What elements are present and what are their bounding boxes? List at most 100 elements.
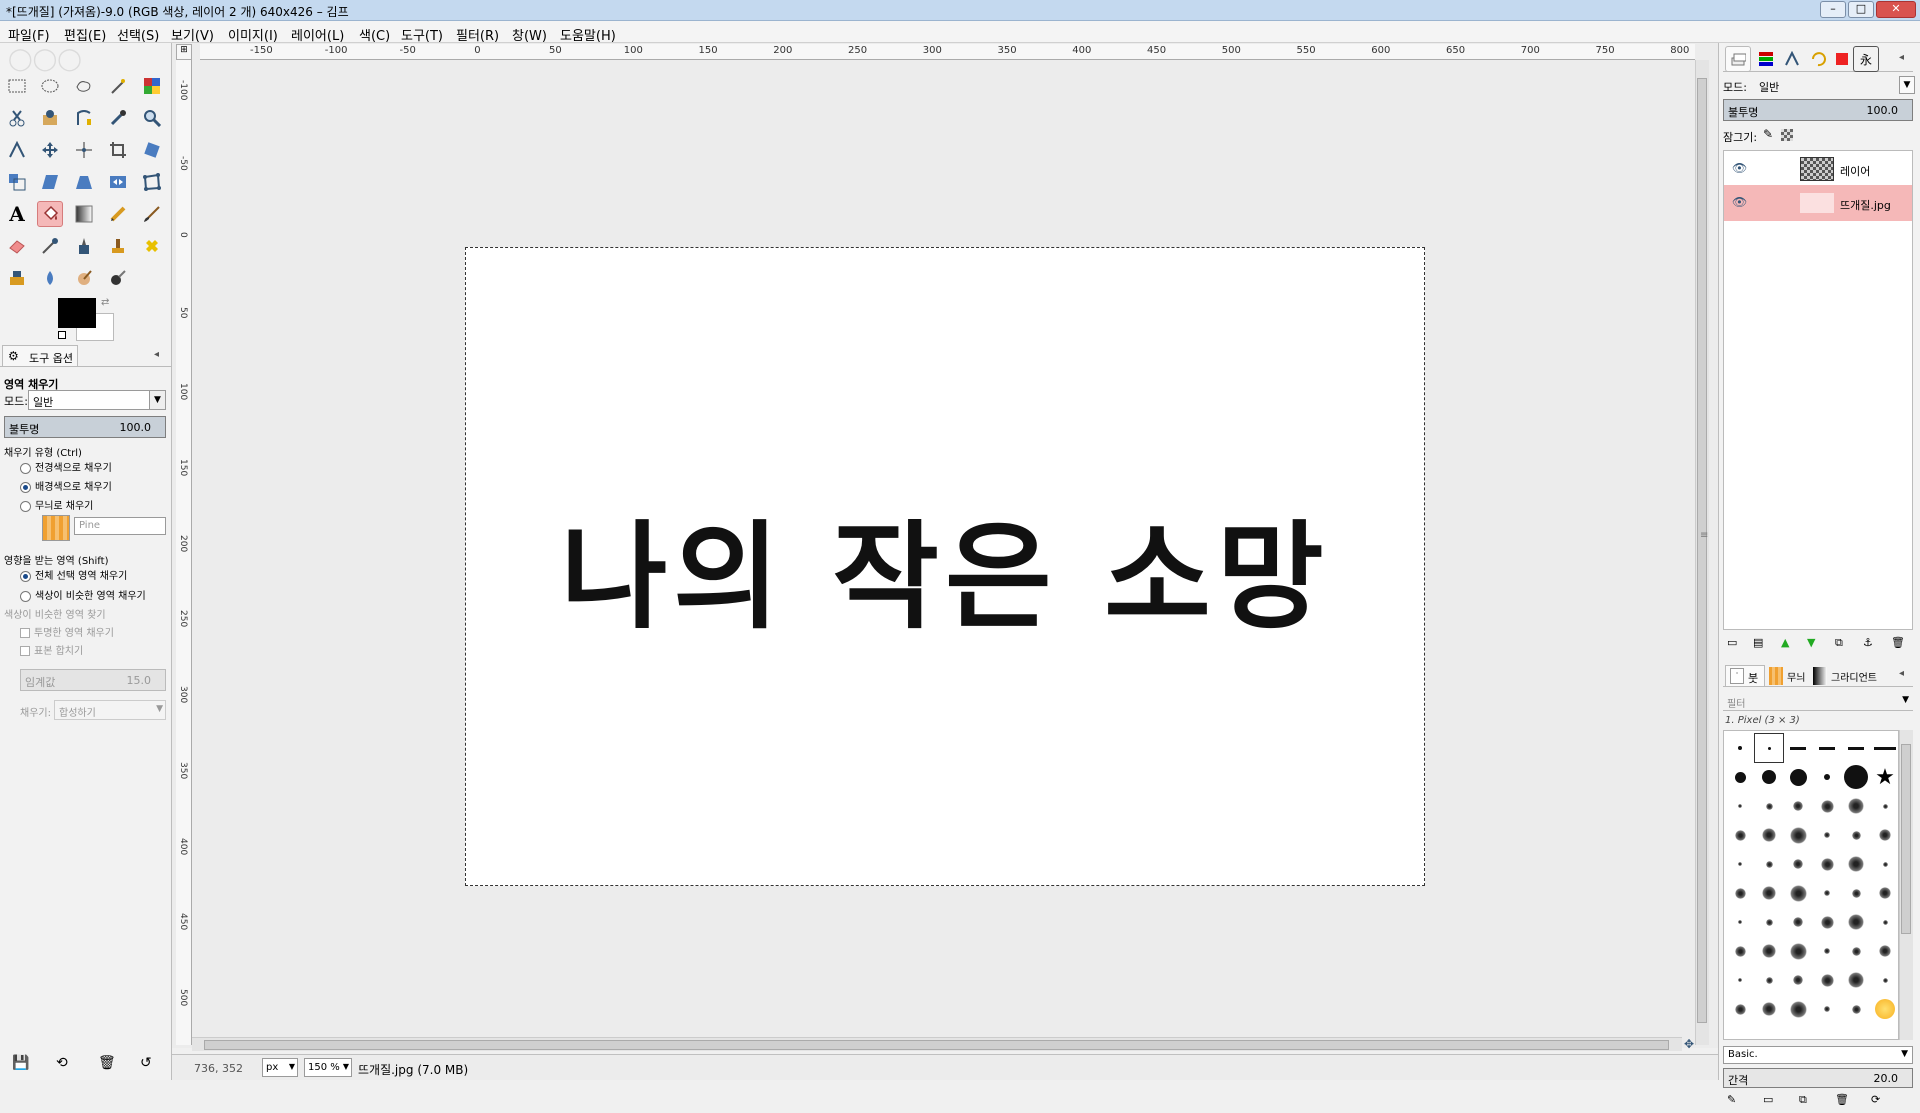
anchor-icon[interactable]: ⚓: [1863, 636, 1873, 649]
tab-fonts[interactable]: 永: [1853, 46, 1879, 72]
menu-layer[interactable]: 레이어(L): [291, 25, 344, 44]
swap-colors-icon[interactable]: ⇄: [101, 297, 109, 308]
fill-transparent-checkbox[interactable]: [20, 628, 30, 638]
brush-scroll-thumb[interactable]: [1901, 744, 1911, 934]
layer-row[interactable]: 👁 레이어: [1724, 155, 1912, 183]
brush-preset-item[interactable]: [1812, 791, 1842, 821]
smudge-icon[interactable]: [71, 265, 97, 291]
quick-mask-corner[interactable]: ⊞: [176, 44, 192, 60]
paintbrush-icon[interactable]: [139, 201, 165, 227]
menu-select[interactable]: 선택(S): [117, 25, 159, 44]
brush-preset-item[interactable]: [1754, 849, 1784, 879]
brush-preset-item[interactable]: [1812, 936, 1842, 966]
move-icon[interactable]: [37, 137, 63, 163]
brush-preset-item[interactable]: [1841, 820, 1871, 850]
dock-resize-handle[interactable]: ≡: [1700, 530, 1708, 541]
blur-icon[interactable]: [37, 265, 63, 291]
brush-preset-item[interactable]: [1754, 907, 1784, 937]
zoom-icon[interactable]: [139, 105, 165, 131]
flip-icon[interactable]: [105, 169, 131, 195]
vertical-scroll-thumb[interactable]: [1697, 78, 1707, 1023]
close-button[interactable]: ✕: [1876, 1, 1916, 18]
eye-icon[interactable]: 👁: [1732, 195, 1747, 209]
brush-preset-item[interactable]: [1725, 936, 1755, 966]
brush-preset-item[interactable]: [1754, 965, 1784, 995]
layer-opacity-slider[interactable]: 불투명 100.0: [1723, 99, 1913, 121]
measure-icon[interactable]: [4, 137, 30, 163]
tab-brushes[interactable]: · 붓: [1725, 665, 1765, 687]
tab-undo-history[interactable]: [1805, 46, 1831, 72]
tab-channels[interactable]: [1753, 46, 1779, 72]
new-layer-icon[interactable]: ▭: [1727, 636, 1737, 649]
shear-icon[interactable]: [37, 169, 63, 195]
brush-preset-item[interactable]: [1754, 820, 1784, 850]
delete-brush-icon[interactable]: 🗑: [1835, 1093, 1849, 1106]
fuzzy-select-icon[interactable]: [105, 73, 131, 99]
affected-similar-colors[interactable]: 색상이 비슷한 영역 채우기: [20, 587, 146, 602]
menu-file[interactable]: 파일(F): [8, 25, 50, 44]
new-group-icon[interactable]: ▤: [1753, 636, 1763, 649]
layer-row-selected[interactable]: 👁 뜨개질.jpg: [1724, 185, 1912, 221]
text-icon[interactable]: A: [4, 201, 30, 227]
paths-icon[interactable]: [71, 105, 97, 131]
perspective-clone-icon[interactable]: [4, 265, 30, 291]
zoom-select[interactable]: 150 % ▼: [304, 1058, 352, 1077]
crop-icon[interactable]: [105, 137, 131, 163]
affected-whole-selection[interactable]: 전체 선택 영역 채우기: [20, 567, 127, 582]
save-options-icon[interactable]: 💾: [12, 1055, 29, 1071]
delete-layer-icon[interactable]: 🗑: [1891, 636, 1905, 649]
fill-type-foreground[interactable]: 전경색으로 채우기: [20, 459, 112, 474]
brush-preset-item[interactable]: [1841, 994, 1871, 1024]
brush-preset-item[interactable]: [1841, 878, 1871, 908]
brush-preset-item[interactable]: [1870, 733, 1898, 763]
bucket-fill-icon[interactable]: [37, 201, 63, 227]
image-canvas[interactable]: 나의 작은 소망: [465, 247, 1425, 886]
fill-pattern-radio[interactable]: [20, 500, 31, 512]
brush-preset-select[interactable]: Basic. ▼: [1723, 1046, 1913, 1064]
tab-colors[interactable]: [1829, 46, 1855, 72]
eye-icon[interactable]: 👁: [1732, 161, 1747, 175]
brush-preset-item[interactable]: [1725, 994, 1755, 1024]
rect-select-icon[interactable]: [4, 73, 30, 99]
new-brush-icon[interactable]: ▭: [1763, 1093, 1773, 1106]
reset-colors-icon[interactable]: [58, 331, 66, 339]
brush-preset-item[interactable]: [1725, 791, 1755, 821]
menu-view[interactable]: 보기(V): [171, 25, 214, 44]
eraser-icon[interactable]: [4, 233, 30, 259]
cage-transform-icon[interactable]: [139, 169, 165, 195]
brush-preset-item[interactable]: [1812, 965, 1842, 995]
brush-preset-item[interactable]: [1725, 849, 1755, 879]
affected-similar-radio[interactable]: [20, 590, 31, 602]
lower-layer-icon[interactable]: ▼: [1807, 636, 1815, 649]
menu-tools[interactable]: 도구(T): [401, 25, 443, 44]
opacity-slider[interactable]: 불투명 100.0: [4, 416, 166, 438]
brush-preset-item[interactable]: [1870, 849, 1898, 879]
brush-preset-item[interactable]: [1783, 936, 1813, 966]
rotate-icon[interactable]: [139, 137, 165, 163]
brush-preset-item[interactable]: [1870, 791, 1898, 821]
brush-preset-item[interactable]: [1841, 791, 1871, 821]
ink-icon[interactable]: [71, 233, 97, 259]
brush-preset-item[interactable]: [1841, 762, 1871, 792]
brush-preset-item[interactable]: [1754, 878, 1784, 908]
raise-layer-icon[interactable]: ▲: [1781, 636, 1789, 649]
brush-preset-item[interactable]: [1783, 907, 1813, 937]
unit-select[interactable]: px ▼: [262, 1058, 298, 1077]
brush-preset-item[interactable]: [1754, 936, 1784, 966]
brush-preset-item[interactable]: [1841, 936, 1871, 966]
brush-preset-item[interactable]: [1783, 965, 1813, 995]
affected-whole-radio[interactable]: [20, 570, 31, 582]
color-picker-icon[interactable]: [105, 105, 131, 131]
lock-alpha-icon[interactable]: [1781, 129, 1793, 141]
brush-preset-item[interactable]: [1870, 820, 1898, 850]
vertical-ruler[interactable]: -100 -50 0 50 100 150 200 250 300 350 400 450 500: [176, 60, 192, 1045]
brush-preset-item[interactable]: [1783, 994, 1813, 1024]
brush-preset-item[interactable]: [1725, 907, 1755, 937]
brush-preset-item[interactable]: [1812, 907, 1842, 937]
lock-pixels-icon[interactable]: ✎: [1763, 127, 1773, 141]
menu-windows[interactable]: 창(W): [512, 25, 547, 44]
panel-menu-icon[interactable]: ◂: [154, 349, 159, 360]
brush-preset-item[interactable]: [1725, 965, 1755, 995]
canvas-horizontal-scrollbar[interactable]: [192, 1037, 1682, 1051]
fill-bg-radio[interactable]: [20, 481, 31, 493]
